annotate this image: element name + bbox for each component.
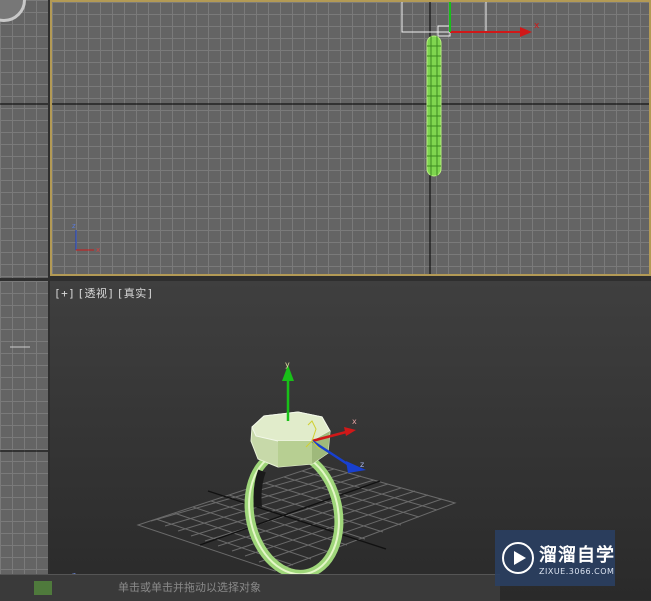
status-prompt: 单击或单击并拖动以选择对象 (118, 581, 261, 594)
svg-text:x: x (352, 417, 357, 426)
move-gizmo-top[interactable]: x (449, 0, 540, 37)
left-viewport-top[interactable] (0, 0, 48, 278)
svg-text:z: z (72, 222, 76, 230)
perspective-grid (136, 464, 457, 572)
selection-bracket (401, 2, 487, 33)
svg-text:z: z (360, 460, 364, 469)
svg-text:x: x (96, 246, 100, 254)
left-viewport-bottom[interactable] (0, 281, 48, 600)
ring-object-top-view[interactable] (426, 35, 442, 177)
svg-text:x: x (534, 21, 540, 31)
svg-text:y: y (285, 360, 290, 369)
status-icon (34, 581, 52, 595)
axis-tripod-top: z x (72, 222, 100, 254)
status-bar: 单击或单击并拖动以选择对象 (0, 574, 500, 601)
watermark-title: 溜溜自学 (539, 544, 615, 566)
watermark: 溜溜自学 ZIXUE.3066.COM (495, 530, 615, 586)
play-logo-icon (502, 542, 534, 574)
top-viewport[interactable]: x z x (50, 0, 651, 276)
watermark-url: ZIXUE.3066.COM (539, 566, 615, 576)
